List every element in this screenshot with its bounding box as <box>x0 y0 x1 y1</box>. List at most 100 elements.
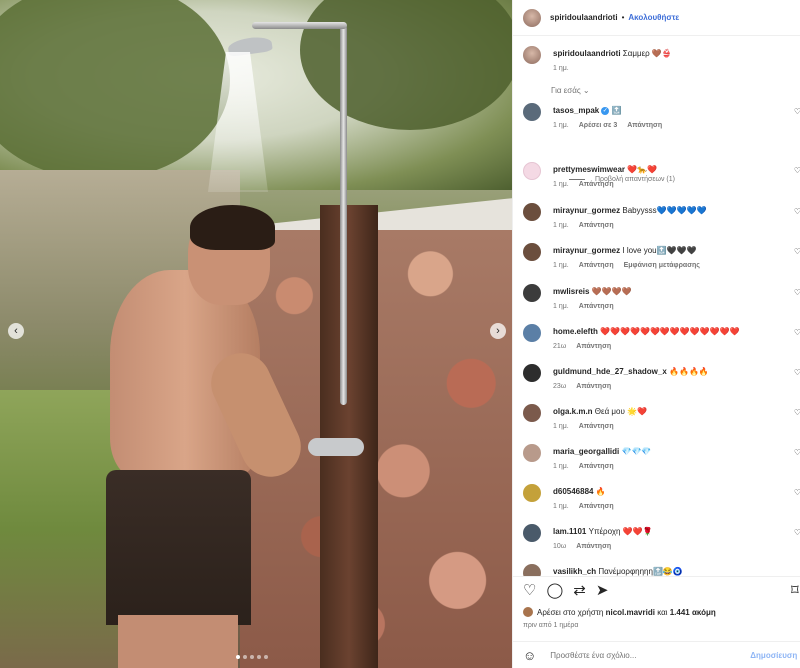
comment-like-heart-icon[interactable]: ♡ <box>794 528 800 537</box>
liked-by-prefix: Αρέσει στο χρήστη <box>537 607 604 617</box>
send-icon[interactable]: ➤ <box>596 581 609 599</box>
reply-button[interactable]: Απάντηση <box>579 222 614 229</box>
for-you-label: Για εσάς <box>551 86 581 95</box>
commenter-avatar[interactable] <box>523 444 541 462</box>
comment-time: 1 ημ. <box>553 122 569 129</box>
comment-like-heart-icon[interactable]: ♡ <box>794 166 800 175</box>
next-image-icon[interactable]: › <box>490 323 506 339</box>
carousel-dot <box>236 655 240 659</box>
carousel-dot <box>250 655 254 659</box>
reply-button[interactable]: Απάντηση <box>579 423 614 430</box>
comment-username[interactable]: lam.1101 <box>553 527 586 536</box>
comment-text: Υπέροχη ❤️❤️🌹 <box>588 527 653 536</box>
comment-username[interactable]: maria_georgallidi <box>553 447 619 456</box>
comment-like-heart-icon[interactable]: ♡ <box>794 328 800 337</box>
comment-text: 🔝 <box>611 106 622 115</box>
action-icons: ♡ ◯ ⇄ ➤ <box>523 581 608 599</box>
post-side-panel: spiridoulaandrioti • Ακολουθήστε spirido… <box>512 0 800 668</box>
post-comment-button[interactable]: Δημοσίευση <box>750 651 797 660</box>
for-you-filter[interactable]: Για εσάς ⌄ <box>551 86 590 95</box>
comment-username[interactable]: home.elefth <box>553 327 598 336</box>
reply-button[interactable]: Απάντηση <box>576 343 611 350</box>
shower-arm <box>252 22 347 29</box>
comment-username[interactable]: vasilikh_ch <box>553 567 596 576</box>
follow-button[interactable]: Ακολουθήστε <box>628 13 679 22</box>
comment-like-heart-icon[interactable]: ♡ <box>794 488 800 497</box>
post-date[interactable]: πριν από 1 ημέρα <box>523 622 578 629</box>
reply-button[interactable]: Απάντηση <box>576 383 611 390</box>
commenter-avatar[interactable] <box>523 404 541 422</box>
carousel-dot <box>243 655 247 659</box>
comment-like-heart-icon[interactable]: ♡ <box>794 448 800 457</box>
header-separator: • <box>621 13 625 22</box>
caption-text: Σαμμερ 🤎👙 <box>622 49 672 58</box>
comment-like-heart-icon[interactable]: ♡ <box>794 247 800 256</box>
comment-username[interactable]: d60546884 <box>553 487 593 496</box>
share-icon[interactable]: ⇄ <box>573 581 586 599</box>
comment-time: 23ω <box>553 383 567 390</box>
comment-text: 🔥🔥🔥🔥 <box>669 367 709 376</box>
reply-button[interactable]: Απάντηση <box>579 463 614 470</box>
comment-username[interactable]: guldmund_hde_27_shadow_x <box>553 367 667 376</box>
liker-avatar <box>523 607 533 617</box>
commenter-avatar[interactable] <box>523 162 541 180</box>
comment-time: 10ω <box>553 543 567 550</box>
caption-username[interactable]: spiridoulaandrioti <box>553 49 621 58</box>
comment-likes[interactable]: Αρέσει σε 3 <box>579 122 618 129</box>
comment-input[interactable] <box>550 651 731 660</box>
commenter-avatar[interactable] <box>523 524 541 542</box>
reply-button[interactable]: Απάντηση <box>576 543 611 550</box>
comment-username[interactable]: miraynur_gormez <box>553 246 620 255</box>
author-avatar[interactable] <box>523 46 541 64</box>
reply-button[interactable]: Απάντηση <box>579 181 614 188</box>
comment-like-heart-icon[interactable]: ♡ <box>794 107 800 116</box>
reply-button[interactable]: Απάντηση <box>627 122 662 129</box>
caption-time: 1 ημ. <box>553 65 569 72</box>
comment-like-heart-icon[interactable]: ♡ <box>794 207 800 216</box>
commenter-avatar[interactable] <box>523 564 541 576</box>
comment-text: Θεά μου 🌟❤️ <box>594 407 648 416</box>
liked-by-and: και <box>657 607 668 617</box>
commenter-avatar[interactable] <box>523 284 541 302</box>
comment-username[interactable]: miraynur_gormez <box>553 206 620 215</box>
reply-button[interactable]: Απάντηση <box>579 303 614 310</box>
comment-like-heart-icon[interactable]: ♡ <box>794 288 800 297</box>
liked-by-count[interactable]: 1.441 ακόμη <box>670 608 716 617</box>
commenter-avatar[interactable] <box>523 484 541 502</box>
comment-username[interactable]: mwlisreis <box>553 287 589 296</box>
comment-username[interactable]: olga.k.m.n <box>553 407 593 416</box>
comment-time: 1 ημ. <box>553 503 569 510</box>
comment-icon[interactable]: ◯ <box>546 581 563 599</box>
comment-username[interactable]: prettymeswimwear <box>553 165 625 174</box>
author-username[interactable]: spiridoulaandrioti <box>550 13 618 22</box>
commenter-avatar[interactable] <box>523 203 541 221</box>
comment-time: 1 ημ. <box>553 463 569 470</box>
reply-button[interactable]: Απάντηση <box>579 262 614 269</box>
shower-pipe <box>340 25 347 405</box>
comment-time: 21ω <box>553 343 567 350</box>
commenter-avatar[interactable] <box>523 324 541 342</box>
heart-icon[interactable]: ♡ <box>523 581 536 599</box>
author-avatar[interactable] <box>523 8 541 27</box>
comments-scroll-area[interactable]: spiridoulaandrioti Σαμμερ 🤎👙 1 ημ. Για ε… <box>513 36 800 576</box>
post-image[interactable]: ‹ › <box>0 0 512 668</box>
comment-like-heart-icon[interactable]: ♡ <box>794 408 800 417</box>
comment-text: 💎💎💎 <box>621 447 652 456</box>
comment-like-heart-icon[interactable]: ♡ <box>794 368 800 377</box>
commenter-avatar[interactable] <box>523 364 541 382</box>
liked-by-user[interactable]: nicol.mavridi <box>606 608 655 617</box>
likes-summary[interactable]: Αρέσει στο χρήστη nicol.mavridi και 1.44… <box>523 607 716 617</box>
commenter-avatar[interactable] <box>523 243 541 261</box>
comment-username[interactable]: tasos_mpak <box>553 106 599 115</box>
see-translation-button[interactable]: Εμφάνιση μετάφρασης <box>624 262 700 269</box>
commenter-avatar[interactable] <box>523 103 541 121</box>
previous-image-icon[interactable]: ‹ <box>8 323 24 339</box>
save-icon[interactable]: ⌑ <box>791 581 799 599</box>
person-hair <box>190 205 275 250</box>
comment-time: 1 ημ. <box>553 222 569 229</box>
carousel-dot <box>264 655 268 659</box>
comment-text: Babyysss💙💙💙💙💙 <box>622 206 707 215</box>
comment-text: ❤️🐆❤️ <box>627 165 658 174</box>
emoji-icon[interactable]: ☺ <box>523 648 536 663</box>
reply-button[interactable]: Απάντηση <box>579 503 614 510</box>
